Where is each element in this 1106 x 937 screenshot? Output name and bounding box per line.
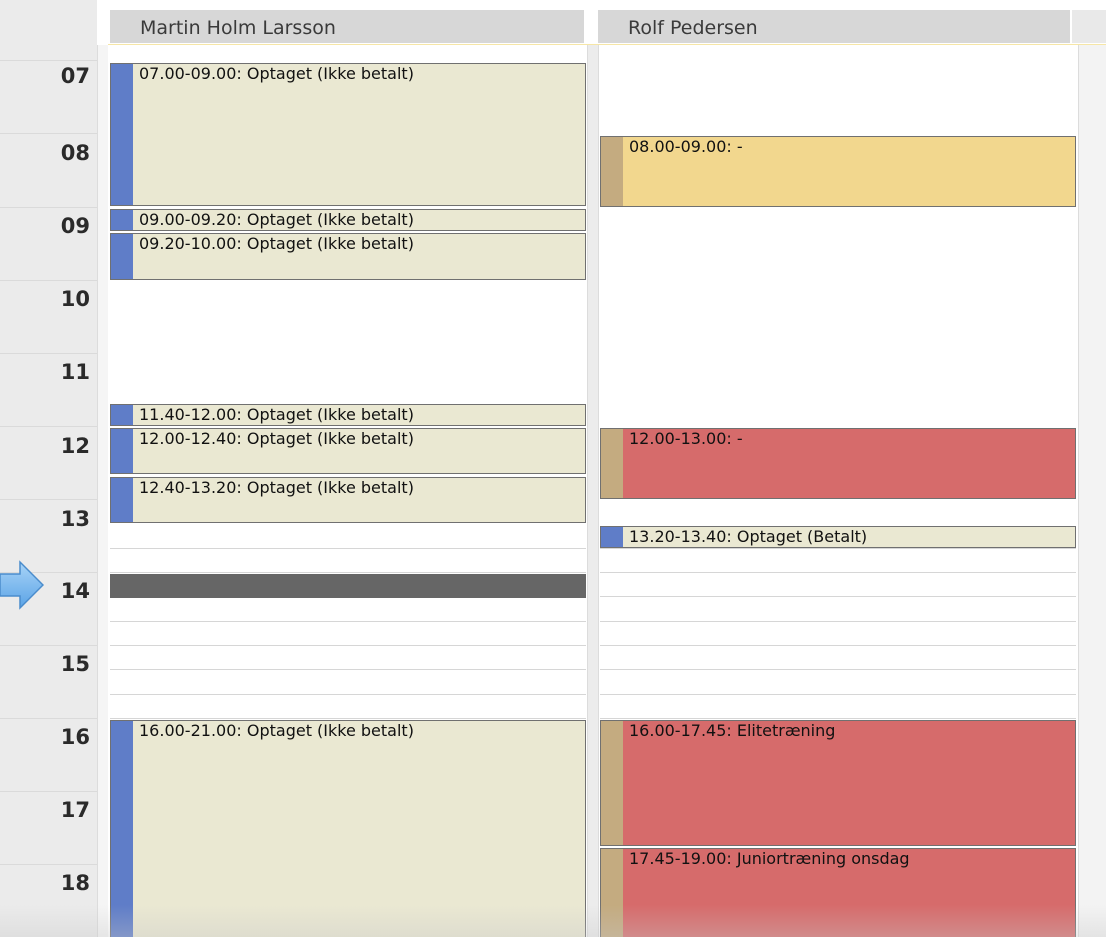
reserved-event[interactable]: 12.00-13.00: - (600, 428, 1076, 499)
hour-label-08: 08 (60, 141, 90, 165)
hour-divider (0, 280, 97, 281)
training-event[interactable]: 16.00-17.45: Elitetræning (600, 720, 1076, 846)
free-slot-line (600, 621, 1076, 622)
hour-divider (0, 864, 97, 865)
booking-status-bar (111, 721, 133, 937)
header-corner (0, 0, 97, 45)
booking-status-bar (601, 527, 623, 547)
event-label: 09.20-10.00: Optaget (Ikke betalt) (139, 234, 414, 253)
unavailable-block (110, 574, 586, 598)
booking-event[interactable]: 16.00-21.00: Optaget (Ikke betalt) (110, 720, 586, 937)
event-label: 12.40-13.20: Optaget (Ikke betalt) (139, 478, 414, 497)
column-divider (587, 45, 599, 937)
event-label: 09.00-09.20: Optaget (Ikke betalt) (139, 210, 414, 229)
booking-event[interactable]: 12.40-13.20: Optaget (Ikke betalt) (110, 477, 586, 523)
hour-divider (0, 791, 97, 792)
gutter-separator (97, 45, 108, 937)
hour-label-10: 10 (60, 287, 90, 311)
hour-label-18: 18 (60, 871, 90, 895)
hour-label-17: 17 (60, 798, 90, 822)
current-time-arrow-icon (0, 560, 44, 610)
hour-divider (0, 645, 97, 646)
hour-divider (0, 499, 97, 500)
event-label: 11.40-12.00: Optaget (Ikke betalt) (139, 405, 414, 424)
hour-label-09: 09 (60, 214, 90, 238)
booking-status-bar (111, 234, 133, 279)
free-slot-line (110, 548, 586, 549)
booking-event[interactable]: 07.00-09.00: Optaget (Ikke betalt) (110, 63, 586, 206)
column-header-martin[interactable]: Martin Holm Larsson (110, 10, 584, 43)
training-event[interactable]: 17.45-19.00: Juniortræning onsdag (600, 848, 1076, 937)
free-slot-line (110, 694, 586, 695)
booking-status-bar (111, 64, 133, 205)
free-slot-line (110, 645, 586, 646)
event-status-bar (601, 137, 623, 206)
free-slot-line (600, 596, 1076, 597)
hour-label-15: 15 (60, 652, 90, 676)
booking-event[interactable]: 09.00-09.20: Optaget (Ikke betalt) (110, 209, 586, 231)
event-status-bar (601, 429, 623, 498)
hour-divider (0, 353, 97, 354)
event-status-bar (601, 849, 623, 937)
free-slot-line (600, 669, 1076, 670)
scrollbar-track[interactable] (1078, 45, 1106, 937)
booking-status-bar (111, 405, 133, 425)
column-header-rolf[interactable]: Rolf Pedersen (598, 10, 1070, 43)
event-status-bar (601, 721, 623, 845)
free-slot-line (600, 572, 1076, 573)
hour-label-12: 12 (60, 434, 90, 458)
booking-event[interactable]: 13.20-13.40: Optaget (Betalt) (600, 526, 1076, 548)
free-slot-line (600, 645, 1076, 646)
event-label: 07.00-09.00: Optaget (Ikke betalt) (139, 64, 414, 83)
free-slot-line (600, 718, 1076, 719)
free-slot-line (600, 548, 1076, 549)
hour-label-14: 14 (60, 579, 90, 603)
event-label: 12.00-12.40: Optaget (Ikke betalt) (139, 429, 414, 448)
hour-label-16: 16 (60, 725, 90, 749)
free-slot-line (110, 621, 586, 622)
event-label: 12.00-13.00: - (629, 429, 743, 448)
booking-event[interactable]: 12.00-12.40: Optaget (Ikke betalt) (110, 428, 586, 474)
free-slot-line (110, 669, 586, 670)
booking-status-bar (111, 478, 133, 522)
booking-status-bar (111, 429, 133, 473)
booking-event[interactable]: 09.20-10.00: Optaget (Ikke betalt) (110, 233, 586, 280)
hour-divider (0, 718, 97, 719)
hour-divider (0, 133, 97, 134)
hour-label-13: 13 (60, 507, 90, 531)
event-label: 08.00-09.00: - (629, 137, 743, 156)
free-slot-line (110, 718, 586, 719)
hour-label-11: 11 (60, 360, 90, 384)
hour-divider (0, 60, 97, 61)
free-slot-line (110, 572, 586, 573)
event-label: 16.00-17.45: Elitetræning (629, 721, 836, 740)
event-label: 16.00-21.00: Optaget (Ikke betalt) (139, 721, 414, 740)
hour-label-07: 07 (60, 64, 90, 88)
hour-divider (0, 426, 97, 427)
header-scroll-spacer (1072, 10, 1106, 43)
reserved-event[interactable]: 08.00-09.00: - (600, 136, 1076, 207)
booking-event[interactable]: 11.40-12.00: Optaget (Ikke betalt) (110, 404, 586, 426)
event-label: 13.20-13.40: Optaget (Betalt) (629, 527, 868, 546)
free-slot-line (600, 694, 1076, 695)
hour-divider (0, 207, 97, 208)
booking-status-bar (111, 210, 133, 230)
event-label: 17.45-19.00: Juniortræning onsdag (629, 849, 910, 868)
